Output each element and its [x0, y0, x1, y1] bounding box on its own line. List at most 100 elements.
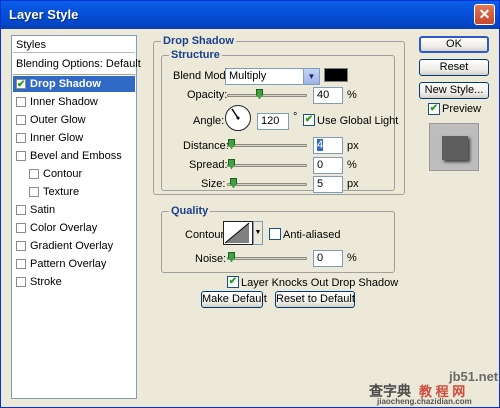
styles-header[interactable]: Styles [13, 37, 135, 53]
sidebar-item-contour[interactable]: Contour [13, 166, 135, 182]
angle-label: Angle: [193, 115, 225, 127]
quality-title: Quality [169, 205, 211, 217]
distance-input[interactable]: 4 [313, 137, 343, 154]
window-title: Layer Style [9, 7, 79, 22]
blending-options-label: Blending Options: Default [16, 58, 141, 70]
contour-checkbox[interactable] [29, 169, 39, 179]
chevron-down-icon: ▼ [303, 69, 319, 84]
reset-to-default-label: Reset to Default [276, 293, 355, 305]
sidebar-item-label: Stroke [30, 276, 62, 288]
texture-checkbox[interactable] [29, 187, 39, 197]
sidebar-item-pattern-overlay[interactable]: Pattern Overlay [13, 256, 135, 272]
use-global-light-label: Use Global Light [317, 115, 399, 127]
ok-label: OK [446, 38, 462, 50]
opacity-slider-track[interactable] [227, 94, 307, 97]
sidebar-item-bevel-emboss[interactable]: Bevel and Emboss [13, 148, 135, 164]
angle-dial[interactable] [225, 105, 251, 131]
drop-shadow-checkbox[interactable]: ✔ [16, 79, 26, 90]
degree-symbol: ° [293, 111, 298, 123]
contour-curve-icon [224, 222, 250, 244]
new-style-label: New Style... [424, 84, 484, 96]
size-px: px [347, 178, 359, 190]
sidebar-item-label: Outer Glow [30, 114, 86, 126]
size-input[interactable]: 5 [313, 176, 343, 193]
check-icon: ✔ [304, 114, 314, 125]
ok-button[interactable]: OK [419, 36, 489, 53]
size-value: 5 [317, 178, 324, 190]
distance-label: Distance: [183, 140, 229, 152]
sidebar-item-inner-shadow[interactable]: Inner Shadow [13, 94, 135, 110]
noise-value: 0 [317, 252, 324, 264]
sidebar-item-color-overlay[interactable]: Color Overlay [13, 220, 135, 236]
blending-options-item[interactable]: Blending Options: Default [13, 56, 141, 72]
outer-glow-checkbox[interactable] [16, 115, 26, 125]
distance-slider-track[interactable] [227, 144, 307, 147]
noise-slider-track[interactable] [227, 257, 307, 260]
close-button[interactable]: ✕ [474, 4, 495, 25]
sidebar-item-drop-shadow[interactable]: ✔ Drop Shadow [13, 76, 135, 92]
close-icon: ✕ [478, 6, 491, 22]
color-overlay-checkbox[interactable] [16, 223, 26, 233]
contour-dropdown-button[interactable]: ▼ [253, 221, 263, 245]
sidebar-item-label: Color Overlay [30, 222, 98, 234]
make-default-button[interactable]: Make Default [201, 291, 267, 308]
sidebar-item-inner-glow[interactable]: Inner Glow [13, 130, 135, 146]
preview-shape [442, 136, 468, 160]
sidebar-item-label: Gradient Overlay [30, 240, 114, 252]
shadow-color-swatch[interactable] [324, 68, 348, 82]
chevron-down-icon: ▼ [254, 229, 262, 236]
noise-label: Noise: [195, 253, 227, 265]
title-bar[interactable]: Layer Style ✕ [1, 1, 499, 29]
stroke-checkbox[interactable] [16, 277, 26, 287]
styles-header-label: Styles [16, 39, 46, 51]
noise-input[interactable]: 0 [313, 250, 343, 267]
contour-label: Contour: [185, 229, 228, 241]
blend-mode-select[interactable]: Multiply ▼ [225, 68, 320, 85]
knockout-label: Layer Knocks Out Drop Shadow [241, 277, 399, 289]
angle-input[interactable]: 120 [257, 113, 289, 130]
use-global-light-checkbox[interactable]: ✔ [303, 114, 315, 126]
sidebar-item-satin[interactable]: Satin [13, 202, 135, 218]
sidebar-item-label: Pattern Overlay [30, 258, 107, 270]
distance-value: 4 [317, 139, 324, 151]
spread-slider-track[interactable] [227, 164, 307, 167]
styles-list: Styles Blending Options: Default ✔ Drop … [11, 35, 141, 399]
pattern-overlay-checkbox[interactable] [16, 259, 26, 269]
sidebar-item-label: Contour [43, 168, 83, 180]
size-label: Size: [201, 178, 226, 190]
noise-percent: % [347, 252, 357, 264]
sidebar-item-label: Satin [30, 204, 56, 216]
satin-checkbox[interactable] [16, 205, 26, 215]
sidebar-item-texture[interactable]: Texture [13, 184, 135, 200]
inner-glow-checkbox[interactable] [16, 133, 26, 143]
sidebar-item-stroke[interactable]: Stroke [13, 274, 135, 290]
sidebar-item-label: Inner Glow [30, 132, 84, 144]
sidebar-item-outer-glow[interactable]: Outer Glow [13, 112, 135, 128]
check-icon: ✔ [429, 103, 439, 114]
reset-button[interactable]: Reset [419, 59, 489, 76]
bevel-emboss-checkbox[interactable] [16, 151, 26, 161]
sidebar-item-label: Bevel and Emboss [30, 150, 122, 162]
style-preview-thumbnail [429, 123, 479, 171]
watermark-url: jiaocheng.chazidian.com [377, 397, 472, 406]
gradient-overlay-checkbox[interactable] [16, 241, 26, 251]
angle-value: 120 [261, 115, 280, 127]
inner-shadow-checkbox[interactable] [16, 97, 26, 107]
blend-mode-value: Multiply [229, 70, 267, 82]
reset-label: Reset [439, 61, 469, 73]
angle-needle-icon [231, 108, 240, 120]
contour-picker[interactable] [223, 221, 253, 245]
make-default-label: Make Default [202, 293, 267, 305]
new-style-button[interactable]: New Style... [419, 82, 489, 99]
size-slider-track[interactable] [227, 183, 307, 186]
preview-checkbox[interactable]: ✔ [428, 103, 440, 115]
anti-aliased-checkbox[interactable] [269, 228, 281, 240]
list-divider [13, 74, 135, 75]
reset-to-default-button[interactable]: Reset to Default [275, 291, 355, 308]
spread-input[interactable]: 0 [313, 157, 343, 174]
knockout-checkbox[interactable]: ✔ [227, 276, 239, 288]
preview-label: Preview [442, 103, 482, 115]
opacity-input[interactable]: 40 [313, 87, 343, 104]
sidebar-item-gradient-overlay[interactable]: Gradient Overlay [13, 238, 135, 254]
check-icon: ✔ [228, 276, 238, 287]
